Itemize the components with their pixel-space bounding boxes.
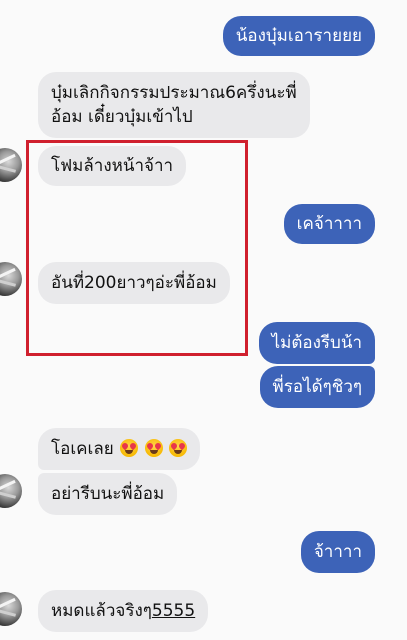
message-text: อย่ารีบนะพี่อ้อม [51,484,165,504]
message-incoming[interactable]: บุ๋มเลิกกิจกรรมประมาณ6ครึ่งนะพี่ อ้อม เด… [38,72,310,138]
message-outgoing[interactable]: น้องบุ๋มเอารายยย [222,16,375,56]
message-outgoing[interactable]: พี่รอได้ๆชิวๆ [259,366,375,408]
heart-eyes-emoji-icon [168,439,187,457]
contact-avatar[interactable] [0,474,22,508]
contact-avatar[interactable] [0,262,22,296]
heart-eyes-emoji-icon [144,439,163,457]
message-incoming[interactable]: อย่ารีบนะพี่อ้อม [38,473,178,515]
message-text: จ้าาาา [313,542,362,562]
message-text: หมดแล้วจริงๆ [51,601,152,621]
chat-screen: น้องบุ๋มเอารายยย บุ๋มเลิกกิจกรรมประมาณ6ค… [0,0,407,640]
message-text: น้องบุ๋มเอารายยย [235,26,362,46]
message-outgoing[interactable]: จ้าาาา [300,531,375,573]
message-incoming[interactable]: หมดแล้วจริงๆ5555 [38,590,209,632]
message-outgoing[interactable]: เคจ้าาาา [283,204,375,244]
highlight-annotation-box [26,140,248,356]
message-outgoing[interactable]: ไม่ต้องรีบน้า [258,322,375,364]
message-text-line: อ้อม เดี๋ยวบุ๋มเข้าไป [51,107,193,127]
message-text: เคจ้าาาา [296,214,362,234]
message-text: โอเคเลย [51,439,114,459]
contact-avatar[interactable] [0,592,22,626]
message-text: พี่รอได้ๆชิวๆ [272,377,362,397]
message-incoming[interactable]: โอเคเลย [38,428,200,470]
message-text-line: บุ๋มเลิกกิจกรรมประมาณ6ครึ่งนะพี่ [51,83,297,103]
message-text: ไม่ต้องรีบน้า [271,333,362,353]
heart-eyes-emoji-icon [120,439,139,457]
message-link-text[interactable]: 5555 [152,601,195,621]
contact-avatar[interactable] [0,148,22,182]
